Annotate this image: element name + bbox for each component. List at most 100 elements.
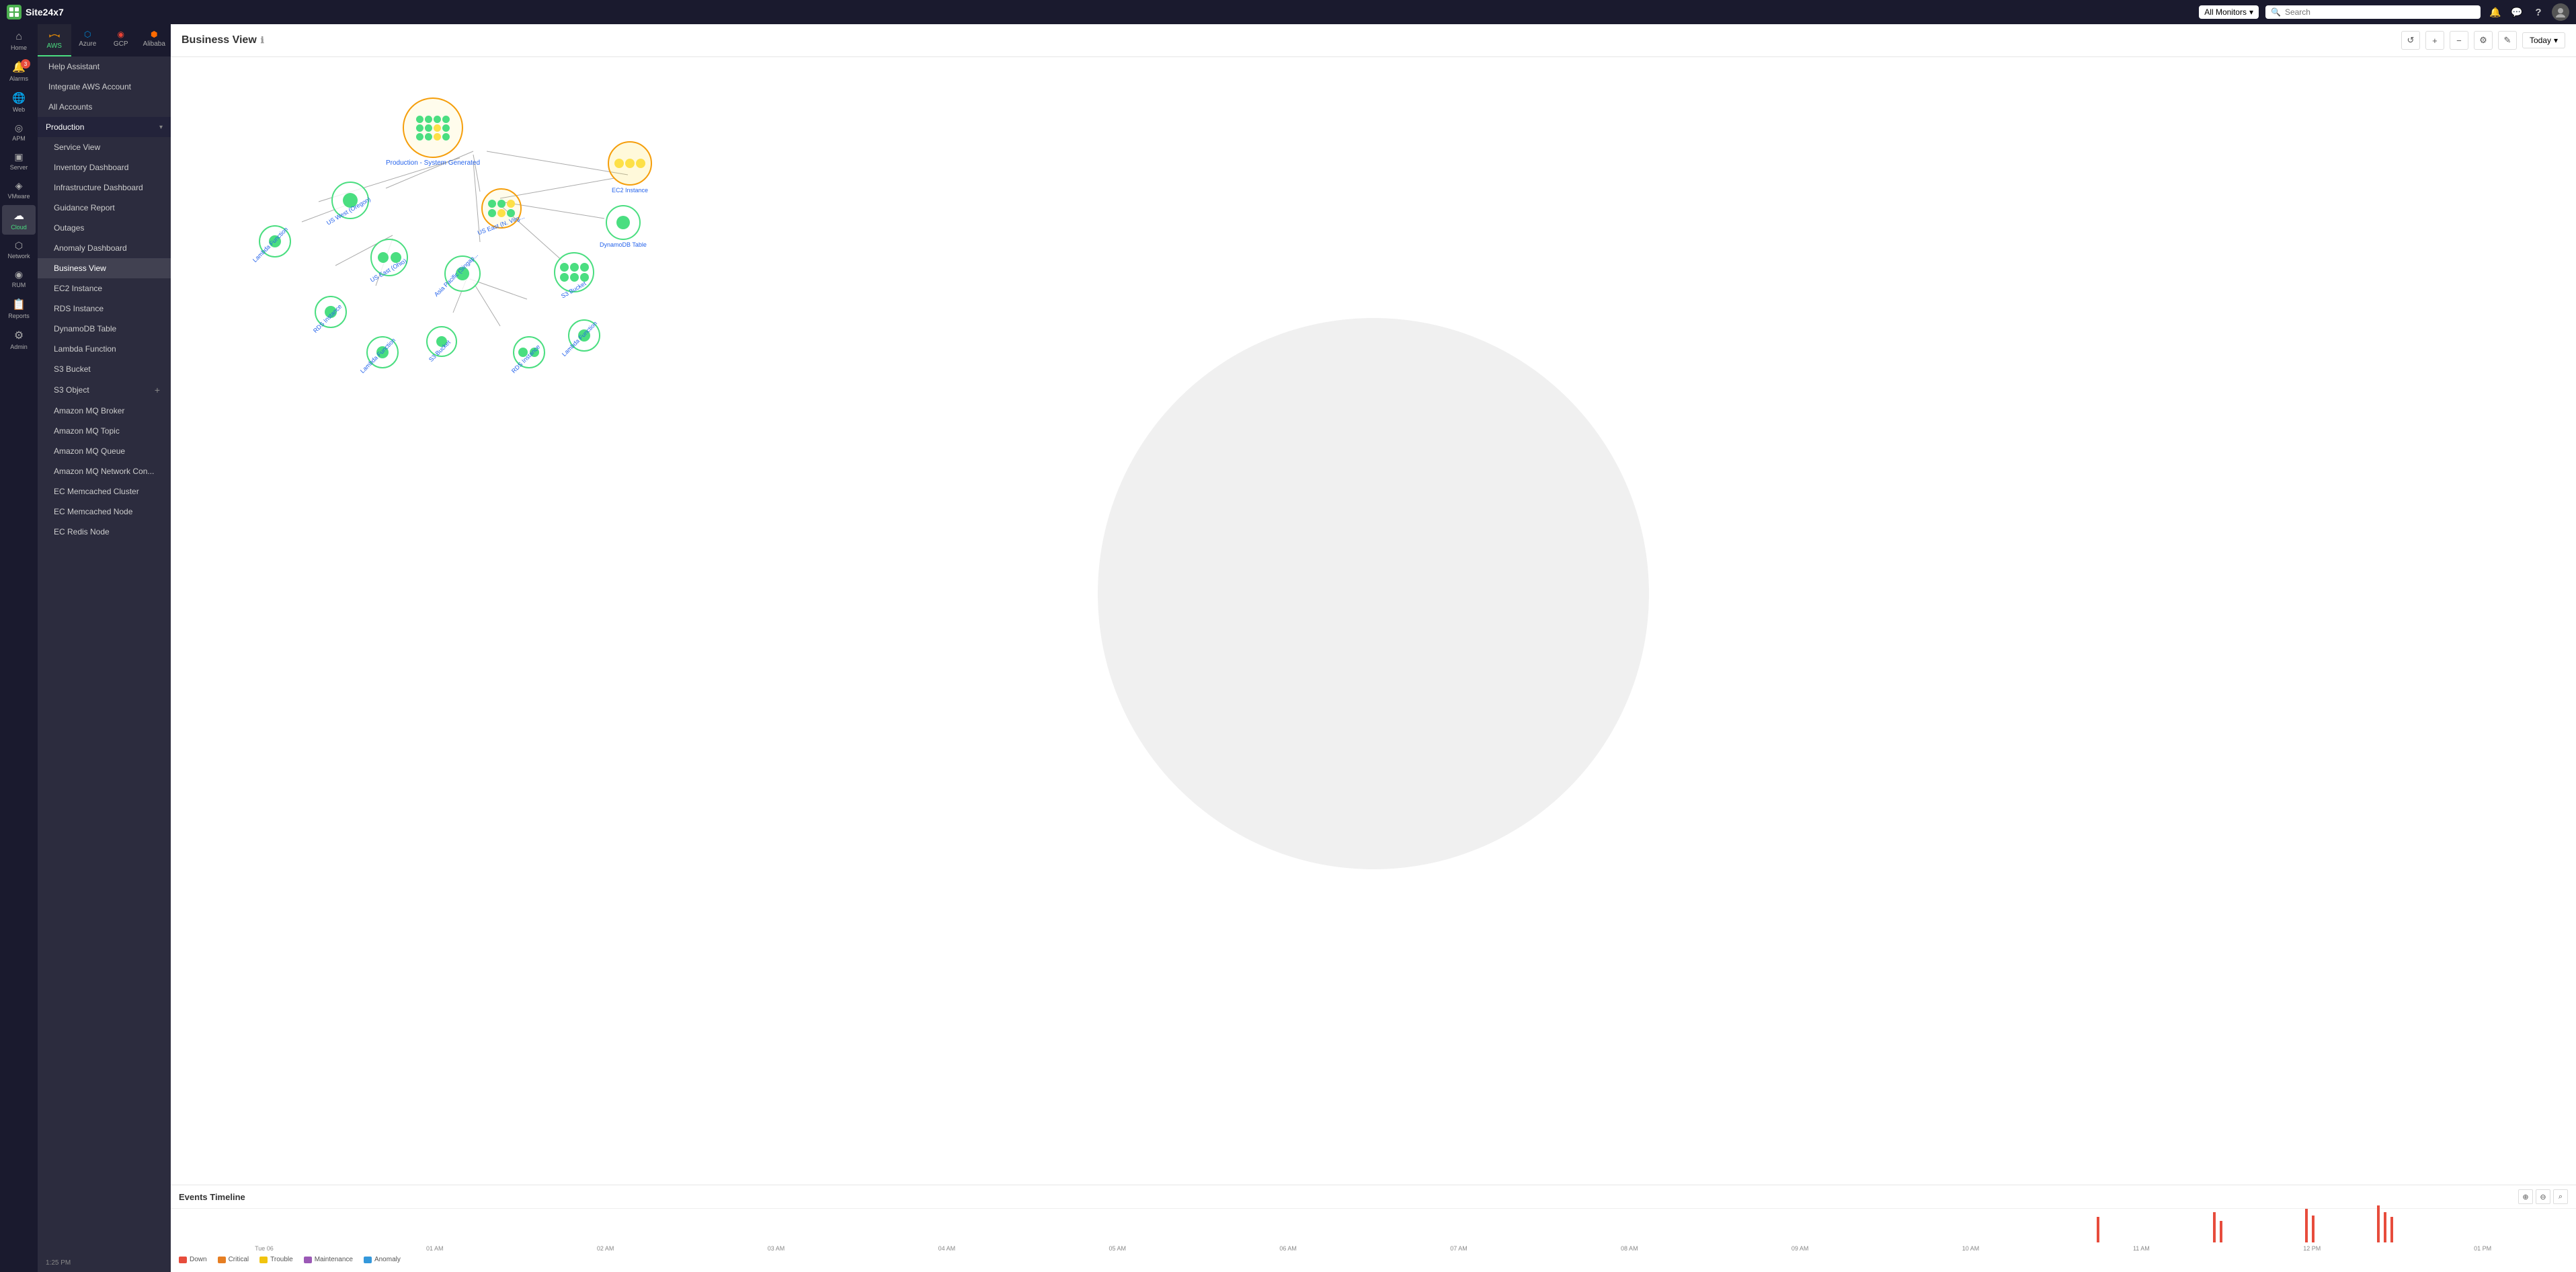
- sidebar-item-outages[interactable]: Outages: [38, 218, 171, 238]
- sidebar-item-anomaly-dashboard[interactable]: Anomaly Dashboard: [38, 238, 171, 258]
- legend-trouble: Trouble: [259, 1256, 293, 1263]
- sidebar-item-amazon-mq-network[interactable]: Amazon MQ Network Con...: [38, 461, 171, 481]
- legend-down-color: [179, 1257, 187, 1263]
- us-east-virginia-node[interactable]: US East (N. Virg...: [477, 188, 526, 237]
- production-cluster-node[interactable]: Production - System Generated: [386, 97, 480, 167]
- help-icon[interactable]: ?: [2530, 4, 2546, 20]
- sidebar-item-integrate-aws[interactable]: Integrate AWS Account: [38, 77, 171, 97]
- legend-trouble-label: Trouble: [270, 1256, 293, 1263]
- app-name: Site24x7: [26, 7, 64, 17]
- us-west-oregon-node[interactable]: US West (Oregon): [325, 182, 375, 227]
- sidebar-item-help-assistant[interactable]: Help Assistant: [38, 56, 171, 77]
- sidebar-production-header[interactable]: Production ▾: [38, 117, 171, 137]
- sidebar-item-business-view[interactable]: Business View: [38, 258, 171, 278]
- nav-home[interactable]: ⌂ Home: [2, 27, 36, 55]
- sidebar-item-amazon-mq-broker[interactable]: Amazon MQ Broker: [38, 401, 171, 421]
- s3object-plus-icon[interactable]: +: [155, 385, 160, 395]
- x-label-7: 07 AM: [1373, 1245, 1544, 1252]
- ec2-instance-node[interactable]: EC2 Instance: [608, 141, 652, 194]
- nav-rum[interactable]: ◉ RUM: [2, 265, 36, 292]
- zoom-out-button[interactable]: −: [2450, 31, 2468, 50]
- date-dropdown[interactable]: Today ▾: [2522, 32, 2565, 48]
- timeline-bar-7: [2384, 1212, 2386, 1242]
- avatar[interactable]: [2552, 3, 2569, 21]
- sidebar-item-lambda-function[interactable]: Lambda Function: [38, 339, 171, 359]
- timeline-zoom-in-button[interactable]: ⊕: [2518, 1189, 2533, 1204]
- nav-admin[interactable]: ⚙ Admin: [2, 325, 36, 354]
- sidebar-item-all-accounts[interactable]: All Accounts: [38, 97, 171, 117]
- apm-icon: ◎: [15, 122, 23, 134]
- timeline-zoom-out-button[interactable]: ⊖: [2536, 1189, 2550, 1204]
- us-east-ohio-node[interactable]: US East (Ohio): [369, 239, 410, 284]
- sidebar-item-ec-memcached-node[interactable]: EC Memcached Node: [38, 502, 171, 522]
- sidebar-item-all-accounts-label: All Accounts: [48, 102, 92, 112]
- sidebar-item-ec-redis-node[interactable]: EC Redis Node: [38, 522, 171, 542]
- tab-gcp[interactable]: ◉ GCP: [104, 24, 138, 56]
- sidebar-outages-label: Outages: [54, 223, 84, 233]
- sidebar-item-s3-bucket[interactable]: S3 Bucket: [38, 359, 171, 379]
- sidebar-item-dynamodb-table[interactable]: DynamoDB Table: [38, 319, 171, 339]
- sidebar-item-service-view[interactable]: Service View: [38, 137, 171, 157]
- legend-maintenance: Maintenance: [304, 1256, 353, 1263]
- monitor-select[interactable]: All Monitors ▾: [2199, 5, 2259, 19]
- timeline-bar-5: [2312, 1216, 2315, 1242]
- nav-server[interactable]: ▣ Server: [2, 147, 36, 175]
- sidebar-item-amazon-mq-topic[interactable]: Amazon MQ Topic: [38, 421, 171, 441]
- nav-apm[interactable]: ◎ APM: [2, 118, 36, 146]
- monitor-select-label: All Monitors: [2204, 7, 2247, 17]
- web-icon: 🌐: [12, 91, 26, 105]
- page-title-text: Business View: [182, 34, 257, 46]
- rds-instance-1-node[interactable]: RDS Instance: [312, 296, 350, 336]
- page-title: Business View ℹ: [182, 34, 264, 46]
- lambda-east-node[interactable]: Lambda Function: [561, 319, 608, 360]
- search-input[interactable]: [2285, 7, 2475, 17]
- header-toolbar: ↺ + − ⚙ ✎ Today ▾: [2401, 31, 2565, 50]
- ap-singapore-node[interactable]: Asia Pacific (Singap...: [433, 255, 492, 300]
- sidebar-item-amazon-mq-queue[interactable]: Amazon MQ Queue: [38, 441, 171, 461]
- sidebar-item-s3-object[interactable]: S3 Object +: [38, 379, 171, 401]
- search-bar[interactable]: 🔍: [2265, 5, 2481, 19]
- refresh-icon: ↺: [2407, 35, 2414, 46]
- sidebar-item-guidance-report[interactable]: Guidance Report: [38, 198, 171, 218]
- sidebar-production-label: Production: [46, 122, 84, 132]
- service-tabs: AWS ⬡ Azure ◉ GCP ⬢ Alibaba: [38, 24, 171, 56]
- sidebar-mq-topic-label: Amazon MQ Topic: [54, 426, 120, 436]
- sidebar-infrastructure-label: Infrastructure Dashboard: [54, 183, 143, 192]
- tab-azure[interactable]: ⬡ Azure: [71, 24, 105, 56]
- s3-bucket-singapore-node[interactable]: S3 Bucket: [426, 326, 457, 365]
- events-timeline: Events Timeline ⊕ ⊖ ⌕ Tue 06: [171, 1185, 2576, 1272]
- s3-bucket-right-node[interactable]: S3 Bucket: [554, 252, 594, 301]
- dynamodb-node[interactable]: DynamoDB Table: [600, 205, 647, 248]
- timeline-search-button[interactable]: ⌕: [2553, 1189, 2568, 1204]
- sidebar-item-infrastructure-dashboard[interactable]: Infrastructure Dashboard: [38, 177, 171, 198]
- nav-alarms[interactable]: 3 🔔 Alarms: [2, 56, 36, 86]
- nav-web[interactable]: 🌐 Web: [2, 87, 36, 117]
- settings-button[interactable]: ⚙: [2474, 31, 2493, 50]
- sidebar-item-rds-instance[interactable]: RDS Instance: [38, 299, 171, 319]
- logo-icon: [7, 5, 22, 19]
- sidebar-item-inventory-dashboard[interactable]: Inventory Dashboard: [38, 157, 171, 177]
- nav-cloud[interactable]: ☁ Cloud: [2, 205, 36, 235]
- sidebar-item-ec2-instance[interactable]: EC2 Instance: [38, 278, 171, 299]
- sidebar-time: 1:25 PM: [38, 1254, 171, 1272]
- sidebar-s3bucket-label: S3 Bucket: [54, 364, 91, 374]
- info-icon[interactable]: ℹ: [261, 35, 264, 46]
- nav-reports[interactable]: 📋 Reports: [2, 294, 36, 323]
- tab-aws[interactable]: AWS: [38, 24, 71, 56]
- rum-icon: ◉: [15, 269, 23, 280]
- rds-east-node[interactable]: RDS Instance: [510, 336, 548, 376]
- lambda-central-node[interactable]: Lambda Function: [359, 336, 406, 376]
- lambda-west-node[interactable]: Lambda Function: [251, 225, 298, 266]
- nav-vmware[interactable]: ◈ VMware: [2, 176, 36, 204]
- refresh-button[interactable]: ↺: [2401, 31, 2420, 50]
- zoom-in-button[interactable]: +: [2425, 31, 2444, 50]
- monitor-select-chevron: ▾: [2249, 7, 2253, 17]
- nav-network[interactable]: ⬡ Network: [2, 236, 36, 264]
- tab-alibaba[interactable]: ⬢ Alibaba: [138, 24, 171, 56]
- edit-button[interactable]: ✎: [2498, 31, 2517, 50]
- notification-icon[interactable]: 🔔: [2487, 4, 2503, 20]
- chat-icon[interactable]: 💬: [2509, 4, 2525, 20]
- business-view-canvas[interactable]: Production - System Generated US West (O…: [171, 57, 2576, 1185]
- nav-web-label: Web: [13, 106, 25, 113]
- sidebar-item-ec-memcached-cluster[interactable]: EC Memcached Cluster: [38, 481, 171, 502]
